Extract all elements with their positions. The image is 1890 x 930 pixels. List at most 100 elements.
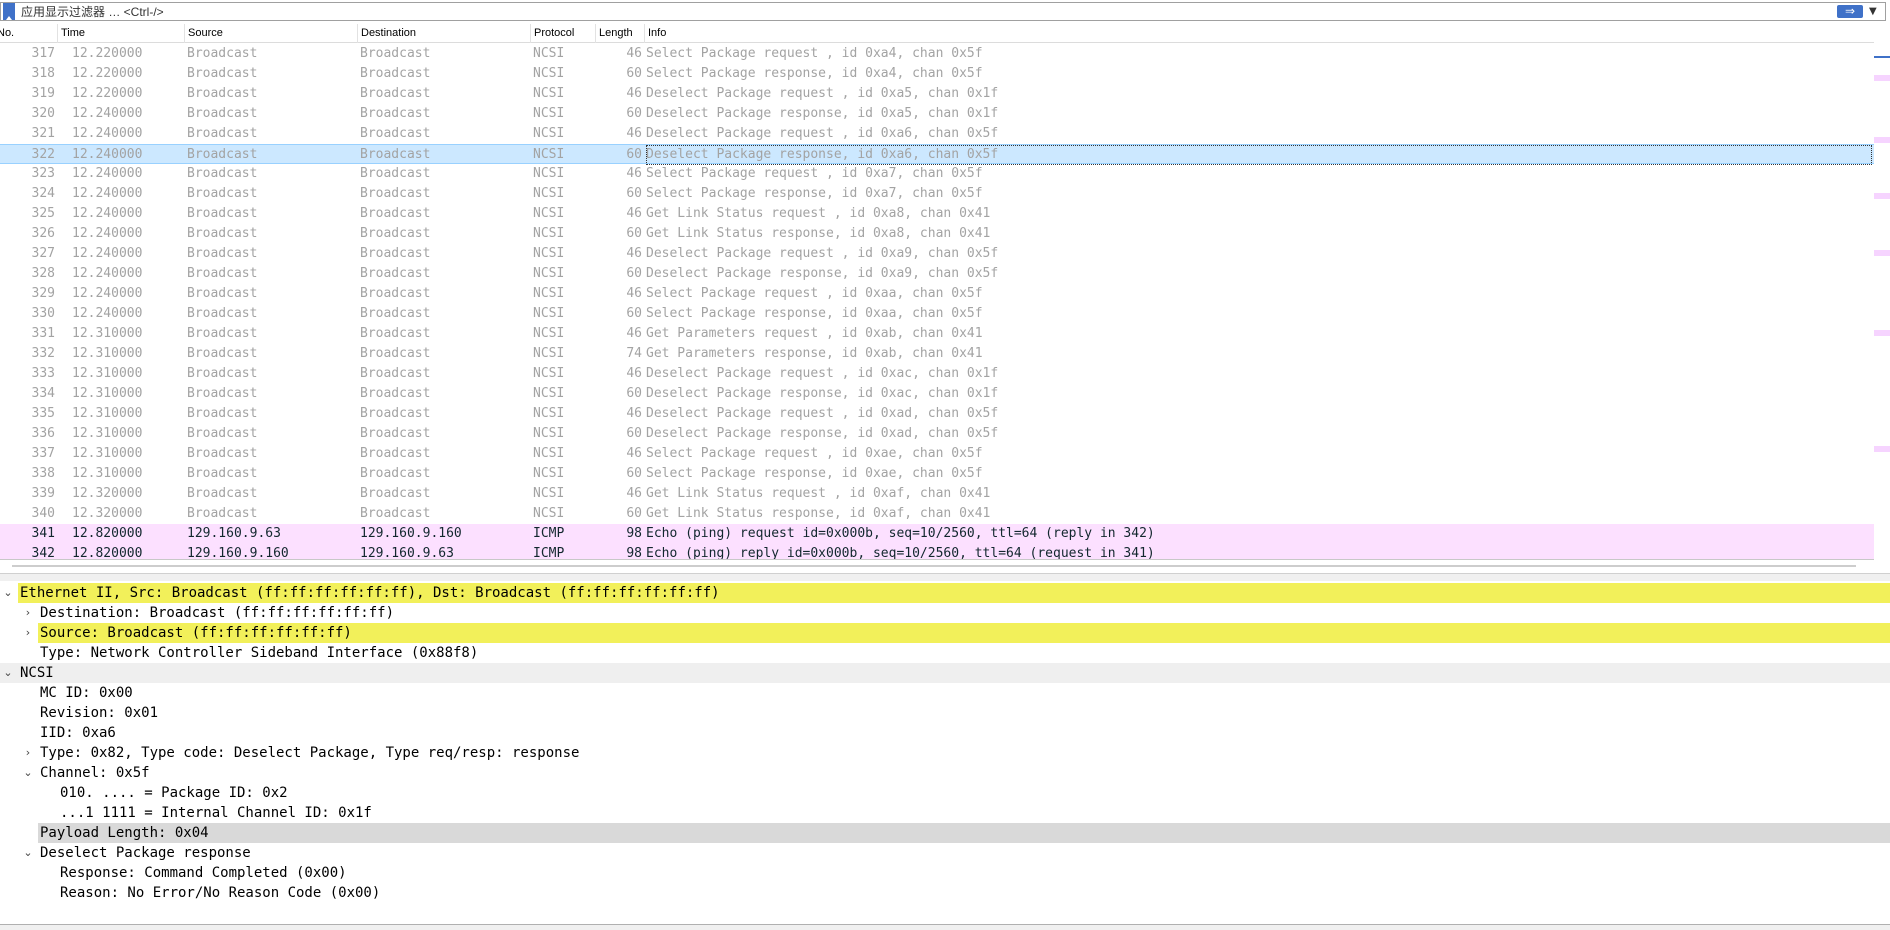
minimap-cursor xyxy=(1874,56,1890,58)
cell-time: 12.820000 xyxy=(72,526,143,541)
packet-row[interactable]: 331 12.310000 Broadcast Broadcast NCSI 46 Get … xyxy=(0,324,1874,344)
cell-info: Echo (ping) request id=0x000b, seq=10/25… xyxy=(646,526,1155,541)
cell-info: Deselect Package request , id 0xac, chan… xyxy=(646,366,999,381)
detail-row[interactable]: ⌄ Deselect Package response xyxy=(0,843,1890,863)
chevron-right-icon[interactable]: › xyxy=(22,603,34,623)
packet-row[interactable]: 323 12.240000 Broadcast Broadcast NCSI 46 Sele… xyxy=(0,164,1874,184)
scrollbar-track[interactable] xyxy=(12,565,1856,567)
packet-row[interactable]: 334 12.310000 Broadcast Broadcast NCSI 60 Dese… xyxy=(0,384,1874,404)
cell-source: Broadcast xyxy=(187,126,258,141)
detail-row[interactable]: IID: 0xa6 xyxy=(0,723,1890,743)
cell-no: 334 xyxy=(31,386,55,401)
detail-row[interactable]: Revision: 0x01 xyxy=(0,703,1890,723)
column-header-info[interactable]: Info xyxy=(645,24,1874,43)
cell-source: Broadcast xyxy=(187,266,258,281)
packet-row[interactable]: 325 12.240000 Broadcast Broadcast NCSI 46 Get … xyxy=(0,204,1874,224)
packet-row[interactable]: 324 12.240000 Broadcast Broadcast NCSI 60 Sele… xyxy=(0,184,1874,204)
cell-source: Broadcast xyxy=(187,147,258,162)
cell-length: 46 xyxy=(626,366,642,381)
chevron-right-icon[interactable]: › xyxy=(22,623,34,643)
cell-destination: Broadcast xyxy=(360,86,431,101)
cell-no: 342 xyxy=(31,546,55,560)
minimap-mark xyxy=(1874,193,1890,199)
bookmark-icon[interactable] xyxy=(3,3,15,20)
packet-row[interactable]: 326 12.240000 Broadcast Broadcast NCSI 60 Get … xyxy=(0,224,1874,244)
detail-row[interactable]: ⌄ Ethernet II, Src: Broadcast (ff:ff:ff:f… xyxy=(0,583,1890,603)
packet-row[interactable]: 322 12.240000 Broadcast Broadcast NCSI 60 Dese… xyxy=(0,144,1874,165)
cell-no: 327 xyxy=(31,246,55,261)
chevron-down-icon[interactable]: ⌄ xyxy=(22,763,34,783)
detail-row[interactable]: Reason: No Error/No Reason Code (0x00) xyxy=(0,883,1890,903)
detail-row[interactable]: ...1 1111 = Internal Channel ID: 0x1f xyxy=(0,803,1890,823)
column-header-destination[interactable]: Destination xyxy=(358,24,531,43)
cell-destination: Broadcast xyxy=(360,46,431,61)
packet-row[interactable]: 333 12.310000 Broadcast Broadcast NCSI 46 Dese… xyxy=(0,364,1874,384)
column-header-length[interactable]: Length xyxy=(596,24,645,43)
detail-row[interactable]: Type: Network Controller Sideband Interf… xyxy=(0,643,1890,663)
column-header-source[interactable]: Source xyxy=(185,24,358,43)
packet-row[interactable]: 320 12.240000 Broadcast Broadcast NCSI 60 Dese… xyxy=(0,104,1874,124)
cell-source: Broadcast xyxy=(187,166,258,181)
chevron-down-icon[interactable]: ⌄ xyxy=(22,843,34,863)
detail-text: Revision: 0x01 xyxy=(40,705,159,721)
detail-row[interactable]: ⌄ Channel: 0x5f xyxy=(0,763,1890,783)
detail-row[interactable]: › Destination: Broadcast (ff:ff:ff:ff:ff:… xyxy=(0,603,1890,623)
packet-row[interactable]: 336 12.310000 Broadcast Broadcast NCSI 60 Dese… xyxy=(0,424,1874,444)
chevron-down-icon[interactable]: ⌄ xyxy=(2,663,14,683)
cell-length: 98 xyxy=(626,526,642,541)
chevron-down-icon[interactable]: ▼ xyxy=(1869,6,1881,17)
cell-time: 12.240000 xyxy=(72,106,143,121)
packet-row[interactable]: 319 12.220000 Broadcast Broadcast NCSI 46 Dese… xyxy=(0,84,1874,104)
cell-no: 324 xyxy=(31,186,55,201)
packet-row[interactable]: 339 12.320000 Broadcast Broadcast NCSI 46 Get … xyxy=(0,484,1874,504)
cell-destination: Broadcast xyxy=(360,426,431,441)
detail-text: Response: Command Completed (0x00) xyxy=(60,865,347,881)
cell-no: 331 xyxy=(31,326,55,341)
detail-text: Destination: Broadcast (ff:ff:ff:ff:ff:f… xyxy=(40,605,395,621)
packet-row[interactable]: 328 12.240000 Broadcast Broadcast NCSI 60 Dese… xyxy=(0,264,1874,284)
cell-destination: Broadcast xyxy=(360,226,431,241)
detail-row[interactable]: ⌄ NCSI xyxy=(0,663,1890,683)
packet-row[interactable]: 335 12.310000 Broadcast Broadcast NCSI 46 Dese… xyxy=(0,404,1874,424)
detail-row[interactable]: › Type: 0x82, Type code: Deselect Package… xyxy=(0,743,1890,763)
column-header-protocol[interactable]: Protocol xyxy=(531,24,596,43)
pane-splitter[interactable] xyxy=(0,573,1890,581)
column-header-no[interactable]: No. xyxy=(0,24,58,43)
detail-row[interactable]: Payload Length: 0x04 xyxy=(0,823,1890,843)
chevron-right-icon[interactable]: › xyxy=(22,743,34,763)
detail-row[interactable]: MC ID: 0x00 xyxy=(0,683,1890,703)
cell-source: Broadcast xyxy=(187,206,258,221)
cell-length: 46 xyxy=(626,326,642,341)
arrow-right-icon[interactable]: ⇒ xyxy=(1837,5,1863,18)
chevron-down-icon[interactable]: ⌄ xyxy=(2,583,14,603)
cell-info: Get Link Status request , id 0xaf, chan … xyxy=(646,486,991,501)
detail-row[interactable]: › Source: Broadcast (ff:ff:ff:ff:ff:ff) xyxy=(0,623,1890,643)
packet-row[interactable]: 321 12.240000 Broadcast Broadcast NCSI 46 Dese… xyxy=(0,124,1874,144)
packet-row[interactable]: 317 12.220000 Broadcast Broadcast NCSI 46 Sele… xyxy=(0,44,1874,64)
cell-time: 12.240000 xyxy=(72,206,143,221)
column-header-time[interactable]: Time xyxy=(58,24,185,43)
packet-row[interactable]: 329 12.240000 Broadcast Broadcast NCSI 46 Sele… xyxy=(0,284,1874,304)
display-filter-input[interactable] xyxy=(21,3,1837,20)
cell-destination: Broadcast xyxy=(360,326,431,341)
cell-info: Deselect Package response, id 0xa5, chan… xyxy=(646,106,999,121)
cell-destination: Broadcast xyxy=(360,346,431,361)
packet-row[interactable]: 330 12.240000 Broadcast Broadcast NCSI 60 Sele… xyxy=(0,304,1874,324)
packet-row[interactable]: 341 12.820000 129.160.9.63 129.160.9.160 ICM… xyxy=(0,524,1874,544)
cell-protocol: NCSI xyxy=(533,326,565,341)
packet-row[interactable]: 337 12.310000 Broadcast Broadcast NCSI 46 Sele… xyxy=(0,444,1874,464)
packet-row[interactable]: 327 12.240000 Broadcast Broadcast NCSI 46 Dese… xyxy=(0,244,1874,264)
packet-row[interactable]: 340 12.320000 Broadcast Broadcast NCSI 60 Get … xyxy=(0,504,1874,524)
cell-info: Select Package response, id 0xae, chan 0… xyxy=(646,466,983,481)
detail-row[interactable]: 010. .... = Package ID: 0x2 xyxy=(0,783,1890,803)
packet-minimap[interactable] xyxy=(1874,24,1890,560)
detail-row[interactable]: Response: Command Completed (0x00) xyxy=(0,863,1890,883)
horizontal-scrollbar[interactable] xyxy=(0,560,1890,572)
cell-info: Get Parameters response, id 0xab, chan 0… xyxy=(646,346,983,361)
packet-row[interactable]: 342 12.820000 129.160.9.160 129.160.9.63 ICM… xyxy=(0,544,1874,560)
cell-protocol: NCSI xyxy=(533,86,565,101)
packet-row[interactable]: 318 12.220000 Broadcast Broadcast NCSI 60 Sele… xyxy=(0,64,1874,84)
bytes-pane-splitter[interactable] xyxy=(0,924,1890,930)
packet-row[interactable]: 332 12.310000 Broadcast Broadcast NCSI 74 Get … xyxy=(0,344,1874,364)
packet-row[interactable]: 338 12.310000 Broadcast Broadcast NCSI 60 Sele… xyxy=(0,464,1874,484)
